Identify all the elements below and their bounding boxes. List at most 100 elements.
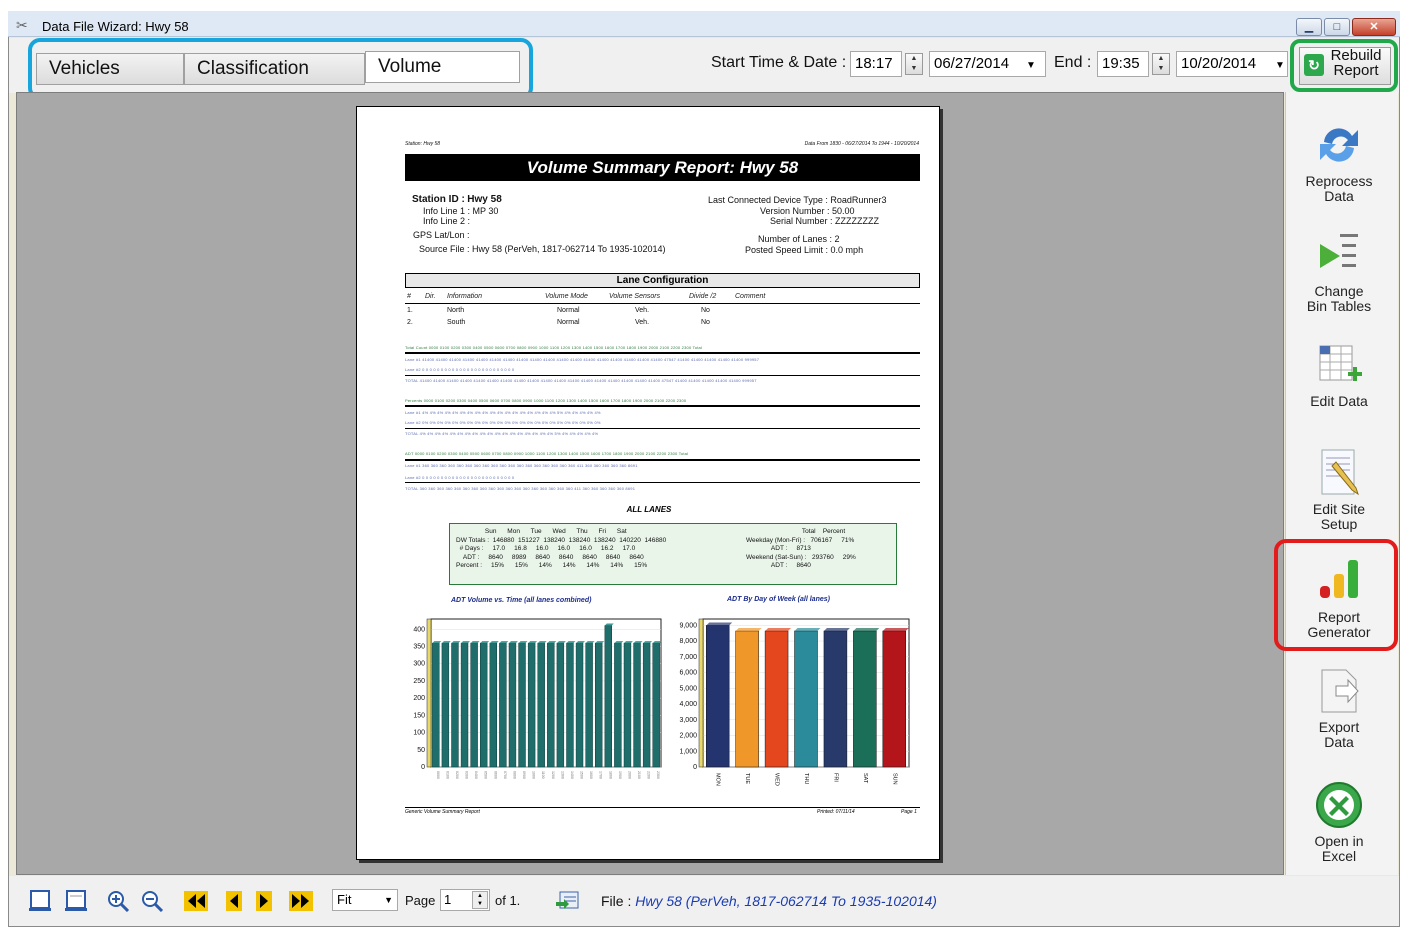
file-value: Hwy 58 (PerVeh, 1817-062714 To 1935-1020… bbox=[635, 893, 937, 909]
next-page-icon[interactable] bbox=[252, 890, 276, 912]
count-row: TOTAL 41400 41400 41400 41400 41400 4140… bbox=[405, 378, 757, 383]
y-axis-wall bbox=[426, 618, 432, 768]
hourly-bar bbox=[489, 642, 497, 768]
x-tick-label: 0700 bbox=[503, 771, 507, 779]
y-tick-label: 50 bbox=[417, 747, 425, 754]
day-bar-top bbox=[794, 627, 821, 631]
app-icon: ✂ bbox=[16, 17, 28, 33]
edit-data-button[interactable]: Edit Data bbox=[1292, 340, 1386, 409]
open-in-excel-button[interactable]: Open in Excel bbox=[1292, 780, 1386, 864]
number-of-lanes: Number of Lanes : 2 bbox=[758, 234, 840, 244]
y-tick-label: 7,000 bbox=[679, 654, 697, 661]
edit-site-setup-button[interactable]: Edit Site Setup bbox=[1292, 448, 1386, 532]
close-icon[interactable]: ✕ bbox=[1352, 18, 1396, 36]
hourly-bar bbox=[604, 625, 612, 768]
lane-col-mode: Volume Mode bbox=[545, 293, 588, 300]
x-tick-label: SAT bbox=[862, 773, 868, 784]
report-title: Volume Summary Report: Hwy 58 bbox=[405, 154, 920, 181]
adt-row: TOTAL 360 360 360 360 360 360 360 360 36… bbox=[405, 486, 636, 491]
export-file-icon[interactable] bbox=[556, 890, 580, 912]
page-width-icon[interactable] bbox=[64, 890, 88, 912]
day-bar bbox=[823, 630, 848, 768]
hourly-bar bbox=[547, 642, 555, 768]
day-bar-top bbox=[735, 627, 762, 631]
day-bar-top bbox=[706, 622, 733, 626]
percent-table-rule bbox=[405, 405, 920, 407]
lane-row-mode: Normal bbox=[557, 319, 580, 326]
y-tick-label: 400 bbox=[413, 626, 425, 633]
previous-page-icon[interactable] bbox=[222, 890, 246, 912]
export-data-button[interactable]: Export Data bbox=[1292, 666, 1386, 750]
lane-row-dir: North bbox=[447, 307, 465, 314]
y-tick-label: 250 bbox=[413, 678, 425, 685]
zoom-in-icon[interactable] bbox=[106, 890, 130, 912]
report-footer-rule bbox=[405, 807, 920, 808]
count-row: Lane #2 0 0 0 0 0 0 0 0 0 0 0 0 0 0 0 0 … bbox=[405, 367, 515, 372]
day-bar bbox=[735, 630, 759, 768]
single-page-icon[interactable] bbox=[28, 890, 52, 912]
y-tick-label: 0 bbox=[421, 764, 425, 771]
percent-total-rule bbox=[405, 428, 920, 429]
minimize-icon[interactable]: ▁ bbox=[1296, 18, 1322, 36]
day-bar bbox=[853, 630, 877, 768]
window-controls: ▁ □ ✕ bbox=[1296, 18, 1396, 36]
lane-row-sensors: Veh. bbox=[635, 307, 650, 314]
start-date-dropdown-icon[interactable]: ▼ bbox=[1026, 60, 1036, 71]
device-type: Last Connected Device Type : RoadRunner3 bbox=[708, 195, 887, 205]
hourly-bar bbox=[633, 642, 641, 768]
x-tick-label: 2200 bbox=[647, 771, 651, 779]
adt-table-header: ADT 0000 0100 0200 0300 0400 0500 0600 0… bbox=[405, 451, 689, 456]
x-tick-label: 1900 bbox=[618, 771, 622, 779]
y-tick-label: 4,000 bbox=[679, 701, 697, 708]
hourly-bar bbox=[652, 642, 660, 768]
zoom-select[interactable]: Fit ▼ bbox=[332, 889, 398, 911]
hourly-bar bbox=[499, 642, 507, 768]
y-axis-wall bbox=[698, 618, 704, 768]
first-page-icon[interactable] bbox=[184, 890, 208, 912]
end-time-field[interactable]: 19:35 bbox=[1097, 51, 1149, 77]
side-label: Reprocess bbox=[1305, 173, 1373, 189]
x-tick-label: 1300 bbox=[560, 771, 564, 779]
report-station-header: Station: Hwy 58 bbox=[405, 141, 441, 147]
hourly-bar bbox=[451, 642, 459, 768]
reprocess-data-button[interactable]: Reprocess Data bbox=[1292, 120, 1386, 204]
lane-col-info: Information bbox=[447, 293, 483, 300]
hourly-bar bbox=[614, 642, 622, 768]
start-time-label: Start Time & Date : bbox=[711, 54, 847, 71]
side-label: Change bbox=[1314, 283, 1364, 299]
excel-icon bbox=[1316, 782, 1362, 828]
zoom-out-icon[interactable] bbox=[140, 890, 164, 912]
adt-row: Lane #2 0 0 0 0 0 0 0 0 0 0 0 0 0 0 0 0 … bbox=[405, 475, 515, 480]
x-tick-label: MON bbox=[715, 773, 721, 786]
adt-row: Lane #1 360 360 360 360 360 360 360 360 … bbox=[405, 463, 638, 468]
last-page-icon[interactable] bbox=[289, 890, 313, 912]
y-tick-label: 300 bbox=[413, 661, 425, 668]
report-generator-highlight bbox=[1274, 539, 1398, 651]
change-bin-tables-button[interactable]: Change Bin Tables bbox=[1292, 230, 1386, 314]
percent-row: Lane #2 0% 0% 0% 0% 0% 0% 0% 0% 0% 0% 0%… bbox=[405, 420, 601, 425]
x-tick-label: SUN bbox=[891, 773, 897, 785]
gps-latlon: GPS Lat/Lon : bbox=[413, 230, 470, 240]
end-date-dropdown-icon[interactable]: ▼ bbox=[1275, 60, 1285, 71]
x-tick-label: FRI bbox=[832, 773, 838, 782]
hourly-chart-title: ADT Volume vs. Time (all lanes combined) bbox=[451, 597, 592, 604]
maximize-icon[interactable]: □ bbox=[1324, 18, 1350, 36]
start-time-field[interactable]: 18:17 bbox=[850, 51, 902, 77]
x-tick-label: 1400 bbox=[570, 771, 574, 779]
x-tick-label: 0000 bbox=[436, 771, 440, 779]
report-footer-page: Page 1 bbox=[901, 809, 917, 815]
posted-speed: Posted Speed Limit : 0.0 mph bbox=[745, 245, 864, 255]
x-tick-label: 0200 bbox=[455, 771, 459, 779]
page-spinner-icon[interactable]: ▲ ▼ bbox=[472, 891, 488, 909]
start-time-spinner[interactable]: ▲ ▼ bbox=[905, 53, 923, 75]
lane-col-comment: Comment bbox=[735, 293, 766, 300]
lane-row-divide: No bbox=[701, 319, 710, 326]
end-date-field[interactable]: 10/20/2014 bbox=[1176, 51, 1288, 77]
x-tick-label: 1200 bbox=[551, 771, 555, 779]
y-tick-label: 6,000 bbox=[679, 670, 697, 677]
lane-col-divide: Divide /2 bbox=[689, 293, 717, 300]
x-tick-label: 0400 bbox=[474, 771, 478, 779]
end-time-spinner[interactable]: ▲ ▼ bbox=[1152, 53, 1170, 75]
lane-row-num: 2. bbox=[407, 319, 413, 326]
page-number-field[interactable]: 1 ▲ ▼ bbox=[440, 889, 490, 911]
